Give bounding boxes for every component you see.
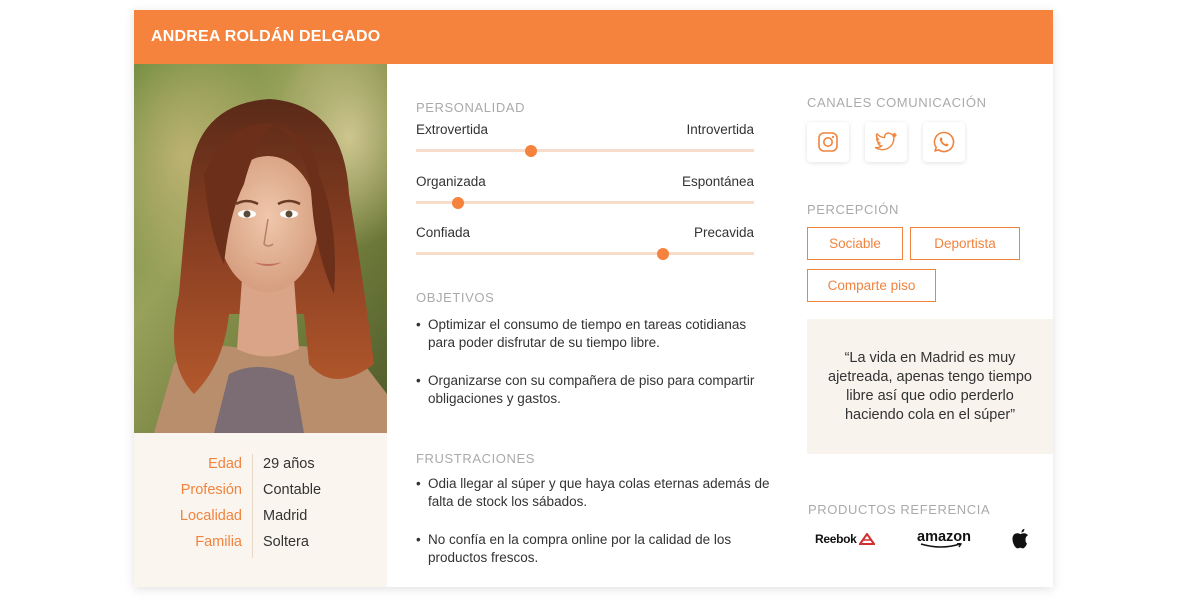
slider-right-label: Precavida [693, 225, 754, 240]
fact-key-location: Localidad [179, 508, 242, 524]
persona-name: ANDREA ROLDÁN DELGADO [151, 28, 381, 45]
fact-row: Familia Soltera [134, 532, 387, 558]
fact-key-profession: Profesión [180, 482, 242, 498]
fact-row: Profesión Contable [134, 480, 387, 506]
perception-tag: Sociable [807, 227, 903, 260]
fact-value-age: 29 años [263, 456, 315, 472]
persona-card: ANDREA ROLDÁN DELGADO Edad 29 años Profe… [134, 10, 1053, 587]
fact-row: Edad 29 años [134, 454, 387, 480]
goals-title: OBJETIVOS [416, 290, 495, 305]
slider-handle[interactable] [524, 144, 537, 157]
list-item: Optimizar el consumo de tiempo en tareas… [416, 316, 776, 352]
goals-list: Optimizar el consumo de tiempo en tareas… [416, 316, 776, 428]
product-brands: Reebok amazon [807, 524, 1053, 554]
personality-title: PERSONALIDAD [416, 100, 526, 115]
frustrations-list: Odia llegar al súper y que haya colas et… [416, 475, 776, 587]
fact-key-age: Edad [208, 456, 242, 472]
slider-handle[interactable] [656, 247, 669, 260]
profile-panel: Edad 29 años Profesión Contable Localida… [134, 64, 387, 587]
persona-quote: “La vida en Madrid es muy ajetreada, ape… [807, 319, 1053, 454]
fact-row: Localidad Madrid [134, 506, 387, 532]
reebok-text: Reebok [815, 532, 857, 546]
frustrations-title: FRUSTRACIONES [416, 451, 536, 466]
slider-track [416, 196, 754, 209]
slider-right-label: Introvertida [686, 122, 754, 137]
reebok-logo: Reebok [815, 524, 875, 554]
personality-slider: Organizada Espontánea [416, 174, 754, 209]
fact-value-family: Soltera [263, 534, 309, 550]
slider-left-label: Extrovertida [416, 122, 489, 137]
fact-value-profession: Contable [263, 482, 322, 498]
persona-header: ANDREA ROLDÁN DELGADO [134, 10, 1053, 64]
list-item: Organizarse con su compañera de piso par… [416, 372, 776, 408]
slider-track [416, 247, 754, 260]
perception-tag: Comparte piso [807, 269, 936, 302]
list-item: Odia llegar al súper y que haya colas et… [416, 475, 776, 511]
slider-left-label: Organizada [416, 174, 486, 189]
slider-handle[interactable] [452, 196, 465, 209]
slider-left-label: Confiada [416, 225, 471, 240]
quote-text: “La vida en Madrid es muy ajetreada, ape… [828, 349, 1032, 423]
persona-facts: Edad 29 años Profesión Contable Localida… [134, 454, 387, 558]
list-item: No confía en la compra online por la cal… [416, 531, 776, 567]
channels-icons [807, 122, 965, 162]
twitter-icon[interactable] [865, 122, 907, 162]
fact-key-family: Familia [195, 534, 242, 550]
channels-title: CANALES COMUNICACIÓN [807, 95, 987, 110]
amazon-text: amazon [917, 528, 971, 545]
slider-track [416, 144, 754, 157]
slider-right-label: Espontánea [681, 174, 754, 189]
instagram-icon[interactable] [807, 122, 849, 162]
perception-tag: Deportista [910, 227, 1020, 260]
whatsapp-icon[interactable] [923, 122, 965, 162]
products-title: PRODUCTOS REFERENCIA [808, 502, 991, 517]
personality-slider: Confiada Precavida [416, 225, 754, 260]
perception-title: PERCEPCIÓN [807, 202, 899, 217]
fact-value-location: Madrid [263, 508, 308, 524]
apple-logo-icon [1011, 524, 1031, 554]
personality-slider: Extrovertida Introvertida [416, 122, 754, 157]
amazon-logo: amazon [917, 524, 971, 554]
persona-photo [134, 64, 387, 433]
